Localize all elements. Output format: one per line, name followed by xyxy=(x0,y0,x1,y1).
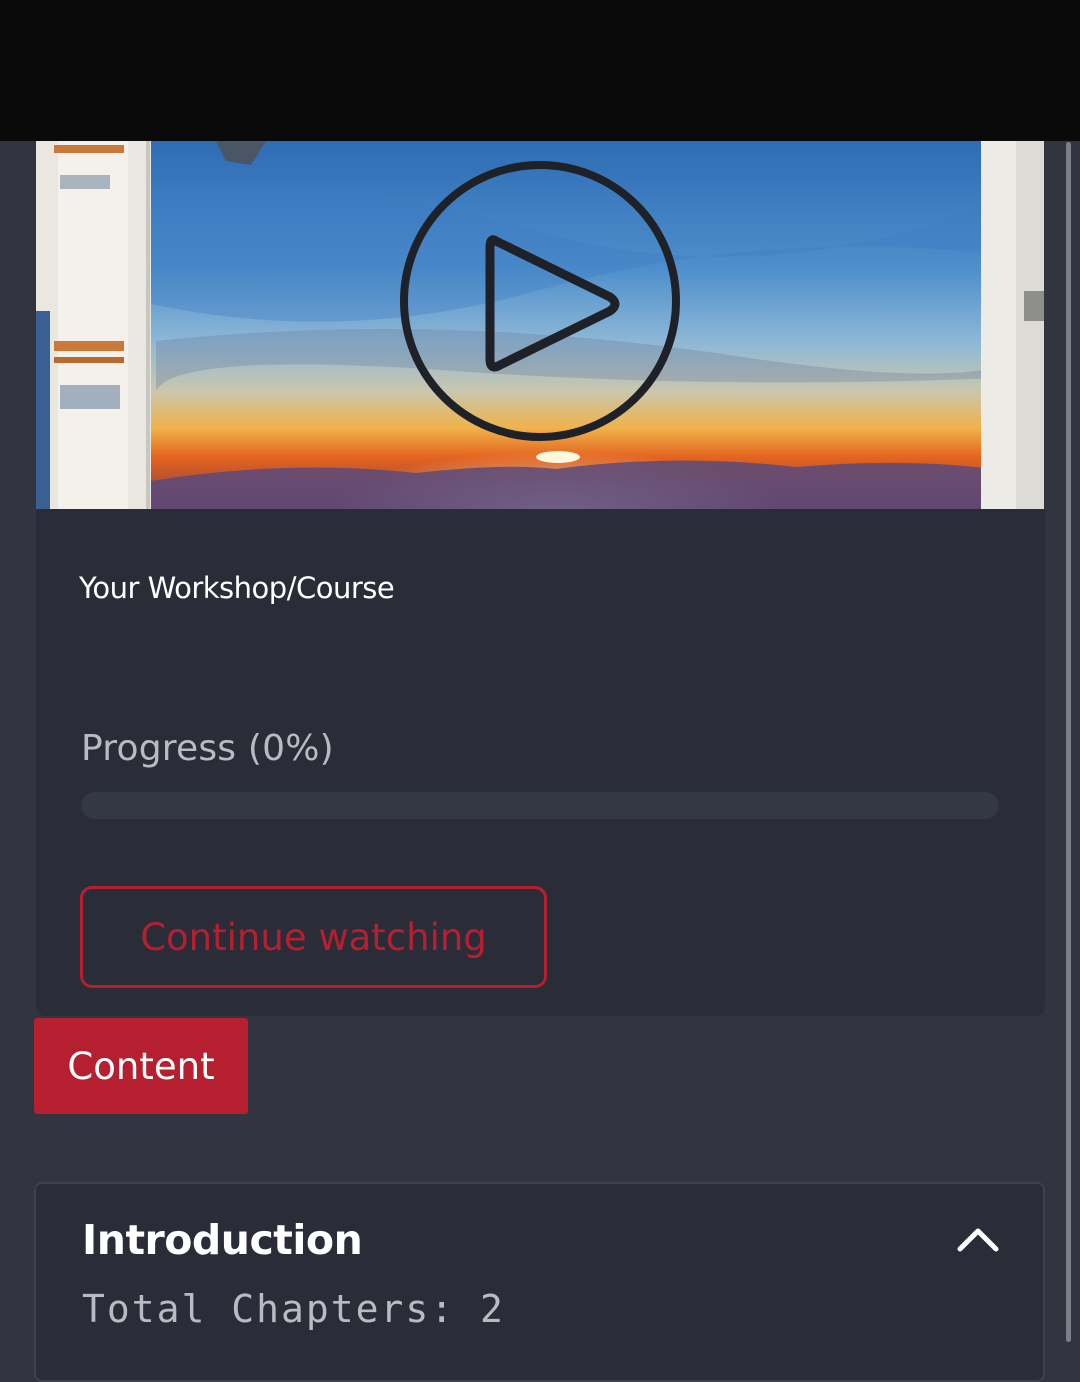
chapter-section[interactable]: Introduction Total Chapters: 2 xyxy=(34,1182,1045,1382)
chevron-up-icon[interactable] xyxy=(954,1220,1002,1256)
progress-bar xyxy=(81,792,999,819)
scrollbar-thumb[interactable] xyxy=(1066,142,1071,1342)
tab-content[interactable]: Content xyxy=(34,1018,248,1114)
continue-watching-button[interactable]: Continue watching xyxy=(80,886,547,988)
progress-label: Progress (0%) xyxy=(81,728,334,769)
status-bar xyxy=(0,0,1080,141)
chapter-title: Introduction xyxy=(82,1216,363,1264)
scrollbar[interactable] xyxy=(1062,141,1080,1350)
chapter-count: Total Chapters: 2 xyxy=(82,1287,505,1331)
video-thumbnail[interactable] xyxy=(36,141,1044,509)
course-card: Your Workshop/Course Progress (0%) Conti… xyxy=(36,509,1045,1016)
course-title: Your Workshop/Course xyxy=(79,571,395,605)
play-circle-icon[interactable] xyxy=(398,159,682,443)
